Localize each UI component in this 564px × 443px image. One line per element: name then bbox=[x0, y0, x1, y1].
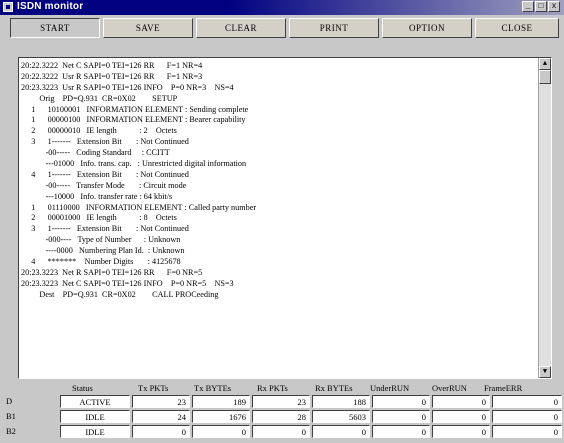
log-line: 1 00000100 INFORMATION ELEMENT : Bearer … bbox=[21, 115, 246, 125]
log-line: 2 00001000 IE length : 8 Octets bbox=[21, 213, 177, 223]
scroll-down-icon[interactable]: ▼ bbox=[539, 366, 551, 378]
toolbar: START SAVE CLEAR PRINT OPTION CLOSE bbox=[0, 15, 564, 55]
close-window-button[interactable]: x bbox=[548, 1, 560, 12]
header-overrun: OverRUN bbox=[432, 383, 467, 393]
log-line: 20:22.3222 Net C SAPI=0 TEI=126 RR F=1 N… bbox=[21, 61, 203, 70]
row-label-d: D bbox=[6, 396, 13, 406]
header-rx-bytes: Rx BYTEs bbox=[315, 383, 353, 393]
tx-pkts-d: 23 bbox=[132, 395, 190, 408]
clear-button[interactable]: CLEAR bbox=[196, 18, 286, 38]
log-line: Dest PD=Q.931 CR=0X02 CALL PROCeeding bbox=[21, 289, 219, 299]
tx-pkts-b1: 24 bbox=[132, 410, 190, 423]
close-button[interactable]: CLOSE bbox=[475, 18, 559, 38]
overrun-b2: 0 bbox=[432, 425, 490, 438]
header-status: Status bbox=[72, 383, 93, 393]
rx-bytes-b2: 0 bbox=[312, 425, 370, 438]
log-line: -000---- Type of Number : Unknown bbox=[21, 235, 181, 245]
tx-bytes-b1: 1676 bbox=[192, 410, 250, 423]
status-d: ACTIVE bbox=[60, 395, 130, 408]
start-button[interactable]: START bbox=[10, 18, 100, 38]
log-line: 4 1------- Extension Bit : Not Continued bbox=[21, 169, 189, 179]
print-button[interactable]: PRINT bbox=[289, 18, 379, 38]
header-frameerr: FrameERR bbox=[484, 383, 523, 393]
log-line: 4 ******* Number Digits : 4125678 bbox=[21, 257, 181, 267]
minimize-button[interactable]: _ bbox=[522, 1, 534, 12]
log-line: ---10000 Info. transfer rate : 64 kbit/s bbox=[21, 191, 173, 201]
underrun-b1: 0 bbox=[372, 410, 430, 423]
tx-pkts-b2: 0 bbox=[132, 425, 190, 438]
title-bar: ISDN monitor _ □ x bbox=[0, 0, 564, 15]
status-b2: IDLE bbox=[60, 425, 130, 438]
window-title: ISDN monitor bbox=[17, 1, 84, 12]
log-line: -00----- Coding Standard : CCITT bbox=[21, 148, 170, 158]
header-underrun: UnderRUN bbox=[370, 383, 410, 393]
rx-pkts-b1: 28 bbox=[252, 410, 310, 423]
status-b1: IDLE bbox=[60, 410, 130, 423]
rx-bytes-b1: 5603 bbox=[312, 410, 370, 423]
app-icon[interactable] bbox=[3, 2, 13, 12]
log-lines: 20:22.3222 Net C SAPI=0 TEI=126 RR F=1 N… bbox=[21, 61, 533, 301]
frameerr-b2: 0 bbox=[492, 425, 562, 438]
option-button[interactable]: OPTION bbox=[382, 18, 472, 38]
scroll-thumb[interactable] bbox=[539, 70, 551, 84]
log-line: 20:23.3223 Net R SAPI=0 TEI=126 RR F=0 N… bbox=[21, 267, 203, 277]
frameerr-b1: 0 bbox=[492, 410, 562, 423]
overrun-d: 0 bbox=[432, 395, 490, 408]
log-line: ----0000 Numbering Plan Id. : Unknown bbox=[21, 246, 185, 256]
underrun-b2: 0 bbox=[372, 425, 430, 438]
log-line: 20:23.3223 Usr R SAPI=0 TEI=126 INFO P=0… bbox=[21, 82, 234, 92]
statistics-panel: Status Tx PKTs Tx BYTEs Rx PKTs Rx BYTEs… bbox=[0, 380, 564, 443]
header-rx-pkts: Rx PKTs bbox=[257, 383, 288, 393]
maximize-button[interactable]: □ bbox=[535, 1, 547, 12]
log-line: Orig PD=Q.931 CR=0X02 SETUP bbox=[21, 93, 178, 103]
log-line: 3 1------- Extension Bit : Not Continued bbox=[21, 137, 189, 147]
rx-pkts-d: 23 bbox=[252, 395, 310, 408]
frameerr-d: 0 bbox=[492, 395, 562, 408]
log-line: 20:23.3223 Net C SAPI=0 TEI=126 INFO P=0… bbox=[21, 278, 234, 288]
log-line: -00----- Transfer Mode : Circuit mode bbox=[21, 180, 187, 190]
window-controls: _ □ x bbox=[522, 1, 560, 12]
header-tx-bytes: Tx BYTEs bbox=[194, 383, 232, 393]
rx-pkts-b2: 0 bbox=[252, 425, 310, 438]
log-line: 1 01110000 INFORMATION ELEMENT : Called … bbox=[21, 202, 257, 212]
header-tx-pkts: Tx PKTs bbox=[138, 383, 169, 393]
log-line: 2 00000010 IE length : 2 Octets bbox=[21, 126, 177, 136]
tx-bytes-b2: 0 bbox=[192, 425, 250, 438]
overrun-b1: 0 bbox=[432, 410, 490, 423]
tx-bytes-d: 189 bbox=[192, 395, 250, 408]
underrun-d: 0 bbox=[372, 395, 430, 408]
scroll-up-icon[interactable]: ▲ bbox=[539, 58, 551, 70]
log-line: 1 10100001 INFORMATION ELEMENT : Sending… bbox=[21, 104, 249, 114]
log-line: 20:22.3222 Usr R SAPI=0 TEI=126 RR F=1 N… bbox=[21, 71, 203, 81]
rx-bytes-d: 188 bbox=[312, 395, 370, 408]
protocol-log[interactable]: 20:22.3222 Net C SAPI=0 TEI=126 RR F=1 N… bbox=[18, 57, 552, 379]
row-label-b2: B2 bbox=[6, 426, 16, 436]
log-line: 3 1------- Extension Bit : Not Continued bbox=[21, 224, 189, 234]
save-button[interactable]: SAVE bbox=[103, 18, 193, 38]
vertical-scrollbar[interactable]: ▲ ▼ bbox=[538, 58, 551, 378]
log-line: ---01000 Info. trans. cap. : Unrestricte… bbox=[21, 159, 247, 169]
row-label-b1: B1 bbox=[6, 411, 16, 421]
